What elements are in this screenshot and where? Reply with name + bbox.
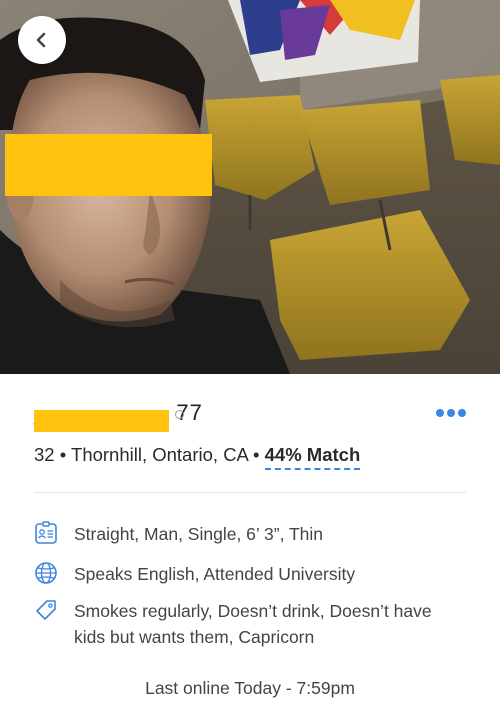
separator: •: [59, 444, 67, 465]
detail-background: Speaks English, Attended University: [34, 561, 474, 587]
username-row: _ _ _ _ _ _ _ 77: [34, 400, 474, 434]
detail-lifestyle-text: Smokes regularly, Doesn’t drink, Doesn’t…: [74, 601, 432, 647]
online-status-indicator: [175, 410, 184, 419]
photo-redaction-box: [5, 134, 212, 196]
divider: [34, 492, 466, 493]
separator: •: [253, 444, 260, 465]
back-button[interactable]: [18, 16, 66, 64]
detail-background-text: Speaks English, Attended University: [74, 564, 356, 584]
username-redaction-box: [34, 410, 169, 432]
more-dots-icon: [447, 409, 455, 417]
detail-lifestyle: Smokes regularly, Doesn’t drink, Doesn’t…: [34, 598, 474, 650]
globe-icon: [35, 562, 57, 584]
tag-icon: [36, 600, 56, 620]
profile-summary: 32 • Thornhill, Ontario, CA • 44% Match: [34, 444, 361, 470]
chevron-left-icon: [36, 32, 46, 48]
more-dots-icon: [458, 409, 466, 417]
profile-page: _ _ _ _ _ _ _ 77 32 • Thornhill, Ontario…: [0, 0, 500, 728]
id-card-icon: [35, 521, 57, 544]
more-options-button[interactable]: [436, 409, 466, 417]
detail-basics-text: Straight, Man, Single, 6’ 3”, Thin: [74, 524, 324, 544]
location: Thornhill, Ontario, CA: [71, 444, 248, 465]
more-dots-icon: [436, 409, 444, 417]
profile-photo[interactable]: [0, 0, 500, 374]
detail-basics: Straight, Man, Single, 6’ 3”, Thin: [34, 521, 474, 547]
match-percentage-link[interactable]: 44% Match: [264, 444, 361, 470]
last-online-status: Last online Today - 7:59pm: [145, 678, 355, 698]
age: 32: [34, 444, 55, 465]
